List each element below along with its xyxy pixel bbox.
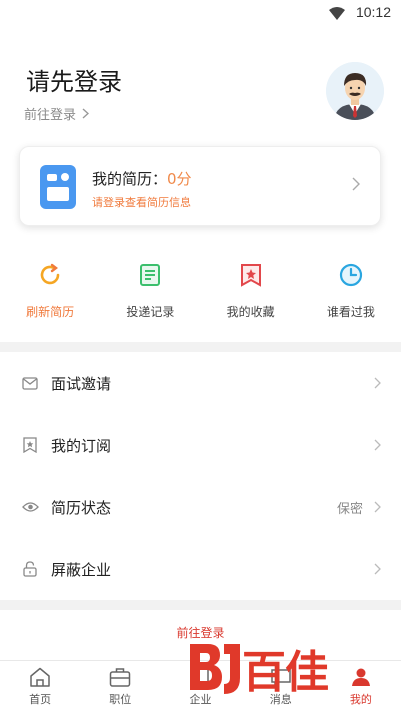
watermark-logo: 百佳 xyxy=(186,636,329,700)
menu-item-label: 面试邀请 xyxy=(51,374,112,393)
menu-item-label: 屏蔽企业 xyxy=(51,560,112,579)
clock-icon xyxy=(338,262,364,288)
eye-icon xyxy=(21,498,39,516)
quick-action-viewers[interactable]: 谁看过我 xyxy=(301,262,401,326)
bookmark-icon xyxy=(21,436,39,454)
quick-action-favorites[interactable]: 我的收藏 xyxy=(201,262,301,326)
favorite-icon xyxy=(238,262,264,288)
quick-action-label: 谁看过我 xyxy=(326,305,375,319)
mail-icon xyxy=(21,374,39,392)
chevron-right-icon xyxy=(374,501,381,513)
tab-label: 职位 xyxy=(109,693,132,706)
section-divider xyxy=(0,600,401,610)
resume-card-title: 我的简历：0分 xyxy=(92,168,192,189)
section-divider xyxy=(0,342,401,352)
refresh-icon xyxy=(37,262,63,288)
menu-item-label: 我的订阅 xyxy=(51,436,112,455)
resume-card[interactable]: 我的简历：0分 请登录查看简历信息 xyxy=(19,146,381,226)
briefcase-icon xyxy=(110,668,131,687)
tab-profile[interactable]: 我的 xyxy=(321,661,401,710)
resume-score: 0分 xyxy=(167,170,192,188)
wifi-icon xyxy=(329,5,345,24)
tab-jobs[interactable]: 职位 xyxy=(80,661,160,710)
chevron-right-icon xyxy=(374,439,381,451)
menu-item-subscriptions[interactable]: 我的订阅 xyxy=(0,414,401,476)
tab-home[interactable]: 首页 xyxy=(0,661,80,710)
status-bar: 10:12 xyxy=(0,0,401,24)
login-title[interactable]: 请先登录 xyxy=(26,62,122,97)
menu-item-value: 保密 xyxy=(336,501,363,517)
goto-login-label: 前往登录 xyxy=(24,108,77,123)
chevron-right-icon xyxy=(374,563,381,575)
menu-item-resume-status[interactable]: 简历状态 保密 xyxy=(0,476,401,538)
quick-action-applications[interactable]: 投递记录 xyxy=(100,262,200,326)
tab-label: 我的 xyxy=(349,693,372,706)
quick-actions: 刷新简历 投递记录 我的收藏 谁看过我 xyxy=(0,262,401,326)
person-icon xyxy=(351,668,370,686)
avatar[interactable] xyxy=(326,62,384,120)
resume-icon xyxy=(40,165,76,209)
resume-card-subtitle: 请登录查看简历信息 xyxy=(92,196,191,209)
chevron-right-icon xyxy=(82,108,90,119)
quick-action-label: 投递记录 xyxy=(126,305,175,319)
menu-item-interview-invites[interactable]: 面试邀请 xyxy=(0,352,401,414)
bj-logo-icon xyxy=(190,644,240,694)
settings-menu: 面试邀请 我的订阅 简历状态 保密 屏蔽企业 xyxy=(0,352,401,600)
menu-item-blocked-companies[interactable]: 屏蔽企业 xyxy=(0,538,401,600)
goto-login-link[interactable]: 前往登录 xyxy=(24,104,90,123)
menu-item-label: 简历状态 xyxy=(51,498,112,517)
lock-icon xyxy=(21,560,39,578)
status-time: 10:12 xyxy=(355,4,391,20)
tab-label: 首页 xyxy=(29,693,52,706)
resume-label: 我的简历： xyxy=(92,170,168,188)
chevron-right-icon xyxy=(374,377,381,389)
home-icon xyxy=(30,667,50,687)
quick-action-label: 刷新简历 xyxy=(26,305,75,319)
quick-action-label: 我的收藏 xyxy=(226,305,275,319)
watermark-text: 百佳 xyxy=(242,647,329,698)
chevron-right-icon xyxy=(352,177,360,191)
quick-action-refresh-resume[interactable]: 刷新简历 xyxy=(0,262,100,326)
document-icon xyxy=(137,262,163,288)
